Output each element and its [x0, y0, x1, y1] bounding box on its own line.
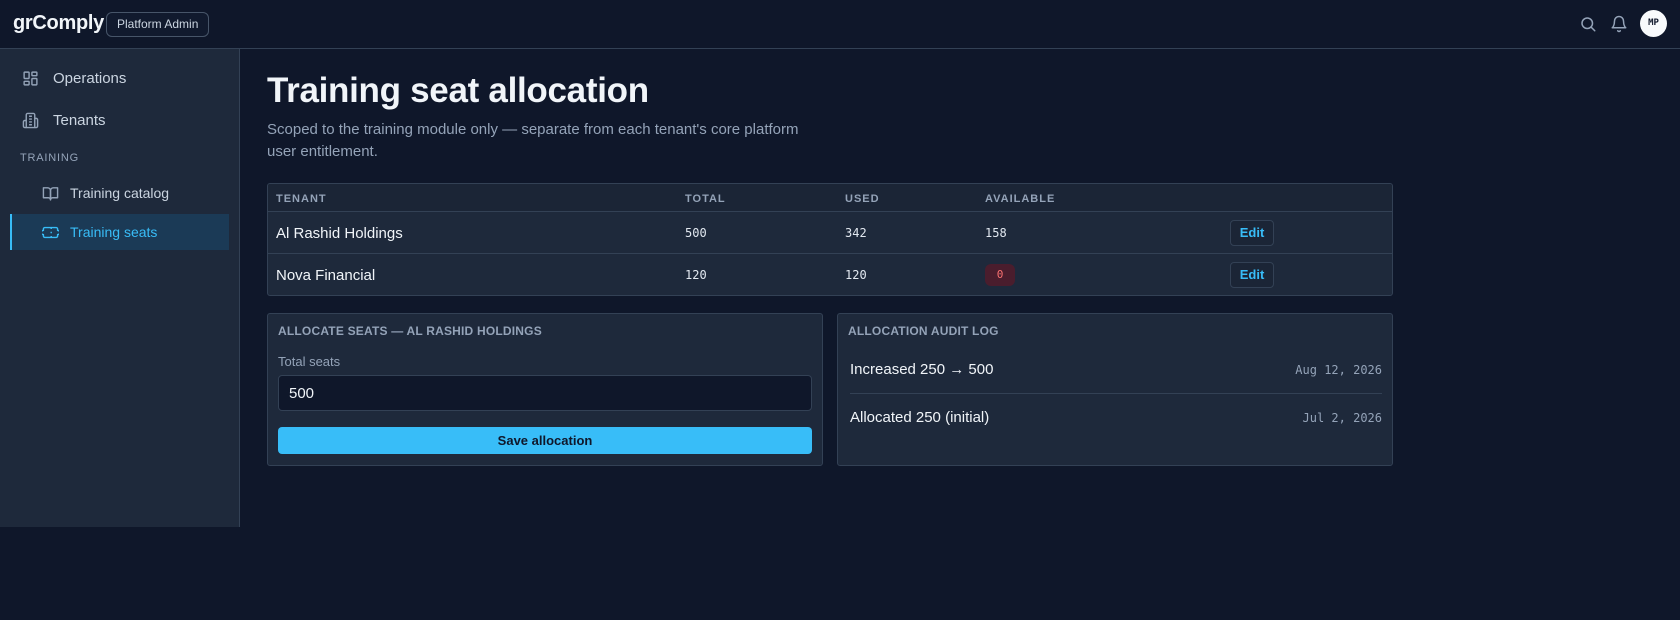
column-header-used: USED: [845, 193, 880, 205]
column-header-total: TOTAL: [685, 193, 726, 205]
total-seats: 500: [685, 226, 707, 240]
sidebar-item-label: Training catalog: [70, 185, 170, 201]
list-item: Allocated 250 (initial) Jul 2, 2026: [850, 402, 1382, 442]
save-allocation-button[interactable]: Save allocation: [278, 427, 812, 454]
brand-logo[interactable]: grComply: [13, 12, 104, 35]
ticket-icon: [42, 226, 59, 238]
sidebar-item-label: Training seats: [70, 224, 158, 240]
column-header-available: AVAILABLE: [985, 193, 1056, 205]
edit-button[interactable]: Edit: [1230, 262, 1274, 288]
sidebar-item-tenants[interactable]: Tenants: [10, 102, 229, 138]
audit-entry-date: Aug 12, 2026: [1295, 363, 1382, 377]
table-header-row: TENANT TOTAL USED AVAILABLE: [268, 184, 1392, 212]
audit-entry-date: Jul 2, 2026: [1302, 411, 1382, 425]
audit-entry-text: Allocated 250 (initial): [850, 409, 990, 426]
used-seats: 120: [845, 268, 867, 282]
book-icon: [42, 186, 59, 201]
sidebar: Operations Tenants TRAINING Training cat…: [0, 49, 240, 527]
sidebar-item-training-catalog[interactable]: Training catalog: [10, 175, 229, 211]
search-icon[interactable]: [1579, 15, 1597, 33]
used-seats: 342: [845, 226, 867, 240]
total-seats-input[interactable]: [278, 375, 812, 411]
sidebar-item-training-seats[interactable]: Training seats: [10, 214, 229, 250]
panel-title: ALLOCATION AUDIT LOG: [848, 324, 999, 338]
tenant-name: Nova Financial: [276, 267, 376, 284]
column-header-tenant: TENANT: [276, 193, 327, 205]
table-row: Nova Financial 120 120 0 Edit: [268, 254, 1392, 295]
grid-icon: [23, 70, 38, 86]
total-seats-label: Total seats: [278, 354, 341, 369]
audit-entry-text: Increased 250 → 500: [850, 361, 994, 378]
bell-icon[interactable]: [1610, 15, 1628, 33]
allocate-seats-panel: ALLOCATE SEATS — AL RASHID HOLDINGS Tota…: [267, 313, 823, 466]
available-seats: 158: [985, 226, 1007, 240]
audit-log-panel: ALLOCATION AUDIT LOG Increased 250 → 500…: [837, 313, 1393, 466]
sidebar-item-label: Operations: [53, 69, 127, 87]
available-seats-badge: 0: [985, 264, 1015, 286]
page-subtitle: Scoped to the training module only — sep…: [267, 121, 799, 160]
seat-table: TENANT TOTAL USED AVAILABLE Al Rashid Ho…: [267, 183, 1393, 296]
sidebar-item-label: Tenants: [53, 111, 106, 129]
total-seats: 120: [685, 268, 707, 282]
list-item: Increased 250 → 500 Aug 12, 2026: [850, 354, 1382, 394]
edit-button[interactable]: Edit: [1230, 220, 1274, 246]
table-row: Al Rashid Holdings 500 342 158 Edit: [268, 212, 1392, 254]
panel-title: ALLOCATE SEATS — AL RASHID HOLDINGS: [278, 324, 542, 338]
tenant-name: Al Rashid Holdings: [276, 225, 403, 242]
sidebar-section-training: TRAINING: [20, 152, 79, 164]
role-badge[interactable]: Platform Admin: [106, 12, 210, 37]
avatar[interactable]: MP: [1640, 10, 1667, 37]
sidebar-item-operations[interactable]: Operations: [10, 60, 229, 96]
building-icon: [22, 112, 39, 128]
page-title: Training seat allocation: [267, 71, 649, 110]
top-bar: grComply Platform Admin MP: [0, 0, 1680, 49]
